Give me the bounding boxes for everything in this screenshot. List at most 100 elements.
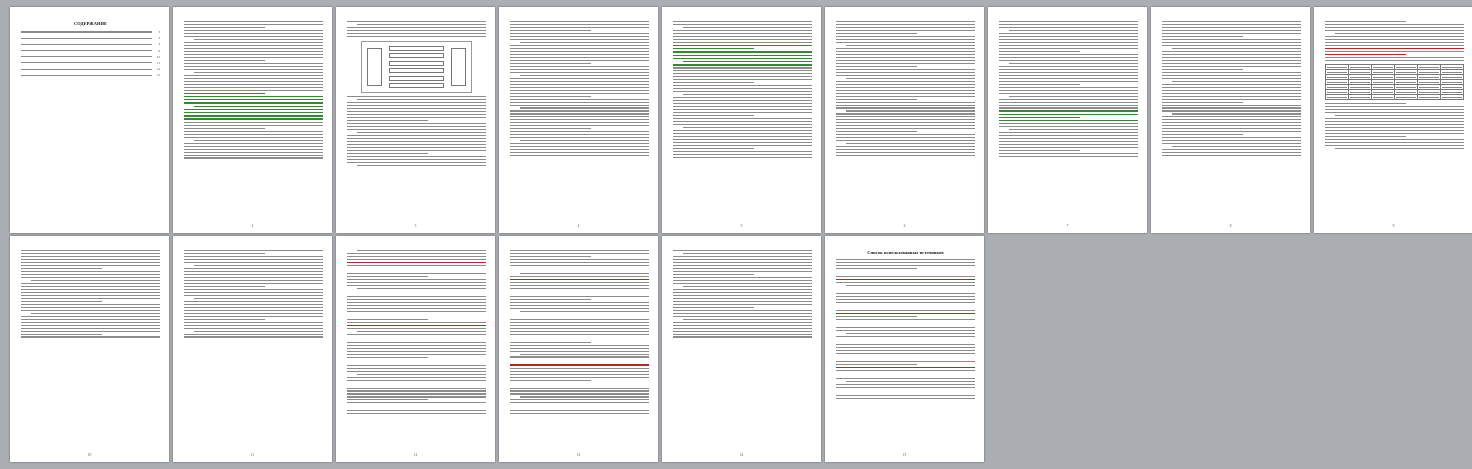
text-line [999, 147, 1138, 149]
page-thumbnail[interactable]: 12 [336, 236, 495, 462]
text-line [673, 91, 812, 93]
page-thumbnail[interactable]: 11 [173, 236, 332, 462]
text-line [845, 44, 975, 46]
text-line [347, 279, 486, 281]
text-line [184, 321, 323, 323]
text-line [999, 156, 1138, 158]
text-line [999, 83, 1080, 85]
text-line [510, 65, 649, 67]
text-line [836, 343, 975, 345]
text-line [184, 270, 323, 272]
text-line [673, 297, 812, 299]
text-line [21, 258, 160, 260]
text-line [510, 295, 649, 297]
text-line [836, 41, 975, 43]
text-line [347, 158, 486, 160]
text-line [184, 157, 323, 159]
page-thumbnail[interactable]: 6 [825, 7, 984, 233]
text-line [673, 255, 812, 257]
text-line [21, 300, 102, 302]
page-thumbnail[interactable]: Список использованных источников 15 [825, 236, 984, 462]
text-line [356, 23, 486, 25]
text-line [836, 83, 975, 85]
text-line [1162, 125, 1301, 127]
text-line [21, 249, 160, 251]
toc-entry[interactable]: 3 [21, 30, 160, 34]
toc-entry[interactable]: 11 [21, 61, 160, 65]
text-line [510, 261, 649, 263]
toc-entry[interactable]: 6 [21, 49, 160, 53]
page-thumbnail[interactable]: 3 [336, 7, 495, 233]
text-line [21, 261, 160, 263]
text-line [184, 267, 323, 269]
text-line [356, 330, 486, 332]
text-line [999, 44, 1138, 46]
text-line [510, 324, 649, 326]
text-line [999, 26, 1138, 28]
document-viewer[interactable]: СОДЕРЖАНИЕ 3 3 4 6 10 11 14 15 2 3 4 5 6 7 8 9 10 11 12 13 14… [0, 0, 1472, 469]
scheme-block [389, 83, 444, 89]
text-line [1162, 155, 1301, 157]
text-line [1162, 140, 1301, 142]
text-line [682, 318, 812, 320]
text-line [845, 77, 975, 79]
page-thumbnail[interactable]: 13 [499, 236, 658, 462]
page-thumbnail[interactable]: 2 [173, 7, 332, 233]
text-line [673, 303, 812, 305]
page-number: 14 [739, 453, 744, 457]
text-line [184, 133, 323, 135]
text-line [836, 89, 975, 91]
page-thumbnail[interactable]: 14 [662, 236, 821, 462]
page-thumbnail[interactable]: 4 [499, 7, 658, 233]
text-line [1171, 113, 1301, 115]
text-line [21, 273, 160, 275]
table-cell [1394, 94, 1418, 101]
text-line [836, 23, 975, 25]
text-line [836, 68, 975, 70]
toc-entry[interactable]: 3 [21, 36, 160, 40]
text-line [510, 20, 649, 22]
text-line [1162, 50, 1301, 52]
toc-entry[interactable]: 14 [21, 67, 160, 71]
text-line [347, 321, 486, 323]
toc-entry[interactable]: 10 [21, 55, 160, 59]
text-line [999, 80, 1138, 82]
text-line [184, 154, 323, 156]
toc-page-number: 6 [158, 48, 161, 53]
text-line [184, 35, 323, 37]
text-line [184, 273, 323, 275]
page-thumbnail[interactable]: 7 [988, 7, 1147, 233]
page-thumbnail[interactable]: 5 [662, 7, 821, 233]
text-line [510, 413, 649, 415]
text-line [673, 35, 812, 37]
text-line [1162, 35, 1243, 37]
text-line [836, 264, 975, 267]
table-row [1325, 94, 1464, 101]
toc-entry[interactable]: 4 [21, 42, 160, 46]
text-line [184, 300, 323, 302]
page-thumbnail[interactable]: 8 [1151, 7, 1310, 233]
table-cell [1348, 94, 1372, 101]
page-thumbnail[interactable]: 9 [1314, 7, 1472, 233]
text-line [1162, 89, 1301, 91]
text-line [347, 410, 486, 412]
text-line [184, 282, 323, 284]
text-line [999, 23, 1138, 25]
text-line [836, 56, 975, 58]
text-line [673, 51, 812, 53]
page-thumbnail[interactable]: 10 [10, 236, 169, 462]
page-thumbnail[interactable]: СОДЕРЖАНИЕ 3 3 4 6 10 11 14 15 [10, 7, 169, 233]
text-line [673, 76, 812, 78]
text-line [1008, 95, 1138, 97]
text-line [673, 88, 812, 90]
text-line [510, 119, 649, 121]
text-line [184, 92, 265, 94]
text-line [999, 53, 1138, 55]
text-line [836, 131, 917, 133]
toc-entry[interactable]: 15 [21, 73, 160, 77]
text-line [673, 270, 812, 272]
text-line [673, 136, 812, 138]
text-line [836, 267, 917, 269]
text-line [184, 291, 323, 293]
text-line [1162, 68, 1243, 70]
